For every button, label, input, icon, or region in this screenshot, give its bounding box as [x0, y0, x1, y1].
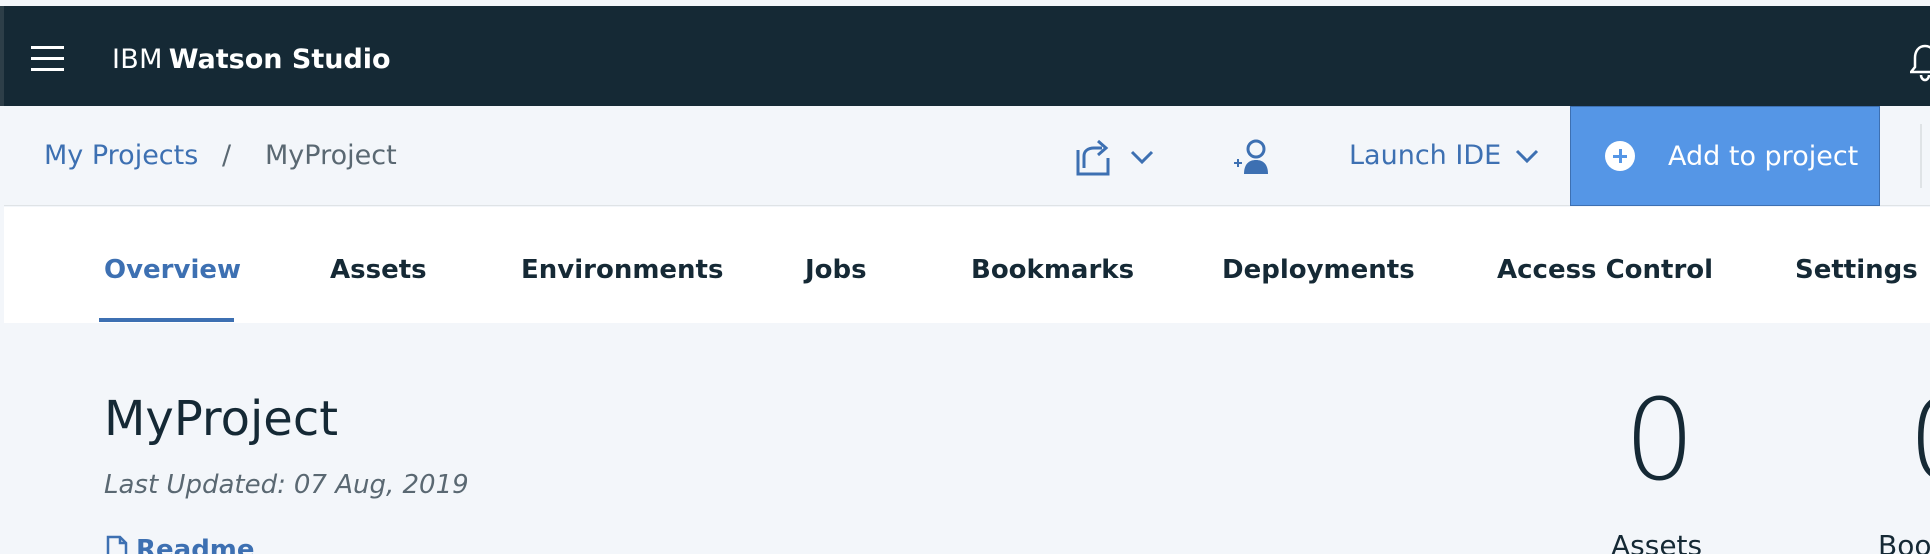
- tab-assets[interactable]: Assets: [330, 255, 427, 285]
- overview-content: MyProject Last Updated: 07 Aug, 2019 Read…: [0, 323, 1930, 554]
- last-updated: Last Updated: 07 Aug, 2019: [104, 470, 469, 500]
- tab-overview[interactable]: Overview: [104, 255, 241, 285]
- last-updated-value: 07 Aug, 2019: [293, 470, 469, 500]
- hamburger-icon[interactable]: [31, 44, 64, 74]
- tab-settings[interactable]: Settings: [1795, 255, 1918, 285]
- add-to-project-button[interactable]: Add to project: [1570, 106, 1880, 206]
- tab-bookmarks[interactable]: Bookmarks: [971, 255, 1134, 285]
- add-collaborator-button[interactable]: [1232, 138, 1276, 178]
- readme-label: Readme: [136, 535, 255, 554]
- project-title: MyProject: [104, 391, 339, 447]
- chevron-down-icon: [1516, 149, 1539, 163]
- breadcrumb-current: MyProject: [265, 140, 397, 171]
- project-tabs: Overview Assets Environments Jobs Bookma…: [4, 207, 1930, 323]
- assets-count: 0: [1624, 376, 1696, 506]
- bookmarks-count: 0: [1908, 381, 1930, 501]
- breadcrumb-separator: /: [222, 140, 232, 171]
- assets-count-label: Assets: [1611, 529, 1703, 554]
- breadcrumb-my-projects[interactable]: My Projects: [44, 140, 198, 171]
- plus-circle-icon: [1605, 141, 1635, 171]
- launch-ide-button[interactable]: Launch IDE: [1349, 140, 1539, 171]
- window-edge: [0, 6, 4, 106]
- project-action-bar: My Projects / MyProject Launch IDE Add t…: [4, 106, 1930, 206]
- share-icon: [1076, 139, 1154, 176]
- add-collaborator-icon: [1234, 139, 1268, 174]
- top-header: IBM Watson Studio: [0, 6, 1930, 106]
- bell-icon[interactable]: [1910, 42, 1930, 82]
- document-icon: [106, 535, 128, 554]
- tab-deployments[interactable]: Deployments: [1222, 255, 1415, 285]
- readme-link[interactable]: Readme: [106, 535, 255, 554]
- launch-ide-label: Launch IDE: [1349, 140, 1502, 171]
- add-to-project-label: Add to project: [1668, 140, 1859, 172]
- share-menu-button[interactable]: [1074, 138, 1158, 178]
- tab-access-control[interactable]: Access Control: [1497, 255, 1713, 285]
- watson-studio-project-page: IBM Watson Studio My Projects / MyProject: [0, 0, 1930, 554]
- brand-ibm: IBM: [112, 44, 163, 75]
- toolbar-divider: [1920, 124, 1922, 188]
- active-tab-indicator: [99, 318, 234, 322]
- brand-logo[interactable]: IBM Watson Studio: [112, 44, 391, 76]
- bookmarks-count-label: Bookmarks: [1878, 529, 1930, 554]
- last-updated-label: Last Updated:: [104, 470, 286, 500]
- brand-product: Watson Studio: [168, 44, 391, 75]
- tab-environments[interactable]: Environments: [521, 255, 723, 285]
- tab-jobs[interactable]: Jobs: [805, 255, 867, 285]
